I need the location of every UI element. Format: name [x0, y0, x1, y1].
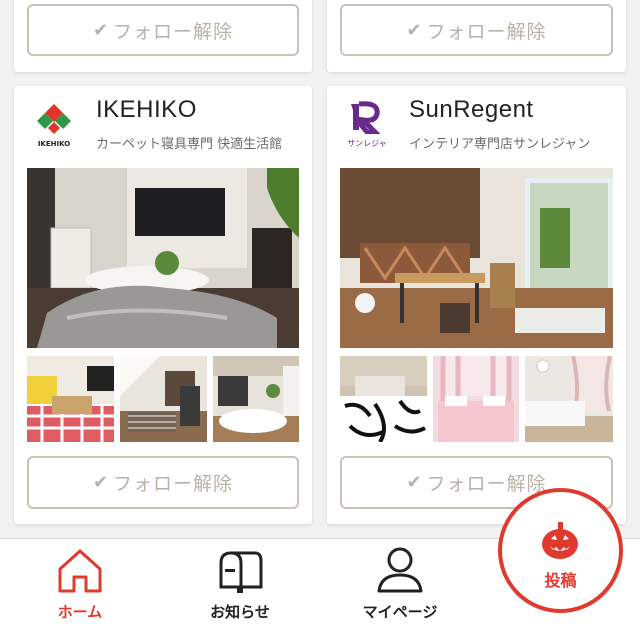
- shop-description: インテリア専門店サンレジャン: [409, 137, 591, 152]
- ikehiko-logo-mark: [37, 104, 71, 134]
- shop-description: カーペット寝具専門 快適生活館: [96, 137, 283, 152]
- ikehiko-logo[interactable]: IKEHIKO: [34, 102, 74, 148]
- check-icon: ✔: [92, 19, 110, 41]
- thumbnail-photo[interactable]: [340, 356, 427, 442]
- futon-living-photo: [213, 356, 299, 442]
- tab-notifications[interactable]: お知らせ: [188, 539, 292, 640]
- unfollow-label: フォロー解除: [113, 20, 234, 43]
- sunregent-logo[interactable]: サンレジャ: [345, 100, 389, 148]
- unfollow-label: フォロー解除: [113, 473, 234, 495]
- sunregent-logo-text: サンレジャ: [347, 139, 387, 148]
- thumbnail-photo[interactable]: [120, 356, 207, 442]
- main-photo[interactable]: [27, 168, 299, 348]
- tab-notifications-label: お知らせ: [210, 603, 270, 621]
- unfollow-label: フォロー解除: [426, 473, 547, 495]
- tab-home-label: ホーム: [57, 603, 103, 621]
- tab-mypage[interactable]: マイページ: [348, 539, 452, 640]
- kitchen-dining-photo: [340, 168, 613, 348]
- tab-home[interactable]: ホーム: [28, 539, 132, 640]
- post-button-label: 投稿: [544, 571, 577, 590]
- unfollow-button[interactable]: ✔ フォロー解除: [27, 4, 299, 56]
- main-photo[interactable]: [340, 168, 613, 348]
- sunregent-logo-mark: [351, 101, 382, 135]
- yellow-sofa-photo: [27, 356, 114, 442]
- unfollow-button[interactable]: ✔ フォロー解除: [340, 4, 613, 56]
- thumbnail-photo[interactable]: [525, 356, 613, 442]
- shop-card-ikehiko[interactable]: IKEHIKO IKEHIKO カーペット寝具専門 快適生活館 ✔ フォロー解除: [14, 86, 312, 524]
- check-icon: ✔: [406, 472, 423, 493]
- check-icon: ✔: [406, 19, 423, 41]
- post-button[interactable]: 投稿: [498, 488, 623, 613]
- thumbnail-photo[interactable]: [27, 356, 114, 442]
- pink-bedroom-photo: [433, 356, 519, 442]
- check-icon: ✔: [92, 472, 110, 493]
- shop-card-sunregent[interactable]: サンレジャ SunRegent インテリア専門店サンレジャン ✔ フォロー解除: [327, 86, 626, 524]
- pumpkin-icon: [542, 522, 578, 559]
- white-bedroom-photo: [525, 356, 613, 442]
- unfollow-label: フォロー解除: [426, 20, 547, 43]
- zebra-bed-photo: [340, 356, 427, 442]
- ikehiko-logo-text: IKEHIKO: [37, 140, 71, 148]
- user-icon: [377, 547, 423, 593]
- mailbox-icon: [219, 551, 263, 593]
- shop-card-top-right: ✔ フォロー解除: [327, 0, 626, 72]
- attic-bedroom-photo: [120, 356, 207, 442]
- unfollow-button[interactable]: ✔ フォロー解除: [27, 456, 299, 509]
- shop-name[interactable]: IKEHIKO: [96, 96, 197, 124]
- thumbnail-photo[interactable]: [433, 356, 519, 442]
- living-room-photo: [27, 168, 299, 348]
- shop-name[interactable]: SunRegent: [409, 96, 534, 124]
- thumbnail-photo[interactable]: [213, 356, 299, 442]
- home-icon: [58, 549, 102, 593]
- tab-mypage-label: マイページ: [362, 603, 438, 621]
- shop-card-top-left: ✔ フォロー解除: [14, 0, 312, 72]
